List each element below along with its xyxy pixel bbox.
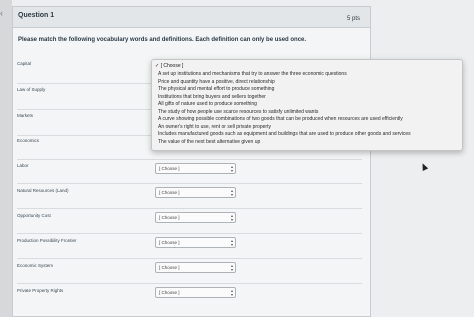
dropdown-option[interactable]: Price and quantity have a positive, dire… [158,79,275,85]
question-title: Question 1 [18,12,55,19]
row-divider [17,233,362,234]
left-gutter [0,0,12,317]
select-value: [ Choose ] [159,215,180,220]
question-card: Question 1 5 pts Please match the follow… [12,6,371,317]
select-arrows-icon: ▴ ▾ [230,188,233,197]
select-value: [ Choose ] [159,190,180,195]
dropdown-option[interactable]: The value of the next best alternative g… [158,139,260,145]
dropdown-option-label: [ Choose ] [160,63,184,69]
definition-dropdown-list[interactable]: ✓ [ Choose ] A set up institutions and m… [151,59,463,151]
dropdown-option[interactable]: Institutions that bring buyers and selle… [158,94,266,100]
chevron-left-icon[interactable]: ‹ [0,8,3,18]
select-arrows-icon: ▴ ▾ [230,288,233,297]
term-label-labor: Labor [17,163,29,168]
dropdown-option-selected[interactable]: ✓ [ Choose ] [155,63,183,69]
dropdown-option[interactable]: The study of how people use scarce resou… [158,109,318,115]
term-label-markets: Markets [17,113,34,118]
select-arrows-icon: ▴ ▾ [230,213,233,222]
term-label-capital: Capital [17,61,32,66]
dropdown-option[interactable]: A set up institutions and mechanisms tha… [158,71,347,77]
term-label-ppf: Production Possibility Frontier [17,238,77,243]
select-arrows-icon: ▴ ▾ [230,238,233,247]
economic-system-select[interactable]: [ Choose ] ▴ ▾ [155,262,236,273]
select-arrows-icon: ▴ ▾ [230,164,233,173]
checkmark-icon: ✓ [155,63,160,69]
mouse-cursor-icon [419,162,429,171]
dropdown-option[interactable]: A curve showing possible combinations of… [158,116,403,122]
ppf-select[interactable]: [ Choose ] ▴ ▾ [155,237,236,248]
row-divider [17,258,362,259]
opportunity-cost-select[interactable]: [ Choose ] ▴ ▾ [155,212,236,223]
natural-resources-select[interactable]: [ Choose ] ▴ ▾ [155,187,236,198]
select-value: [ Choose ] [159,290,180,295]
dropdown-option[interactable]: The physical and mental effort to produc… [158,86,274,92]
select-value: [ Choose ] [159,166,180,171]
term-label-private-property-rights: Private Property Rights [17,288,64,293]
row-divider [17,159,362,160]
row-divider [17,208,362,209]
labor-select[interactable]: [ Choose ] ▴ ▾ [155,163,236,174]
dropdown-option[interactable]: All gifts of nature used to produce some… [158,101,257,107]
term-label-opportunity-cost: Opportunity Cost [17,213,51,218]
dropdown-option[interactable]: Includes manufactured goods such as equi… [158,131,411,137]
question-points: 5 pts [346,16,360,22]
term-label-economic-system: Economic System [17,263,54,268]
term-label-law-of-supply: Law of Supply [17,87,46,92]
select-value: [ Choose ] [159,265,180,270]
question-instructions: Please match the following vocabulary wo… [18,37,307,43]
private-property-rights-select[interactable]: [ Choose ] ▴ ▾ [155,287,236,298]
select-value: [ Choose ] [159,240,180,245]
term-label-economics: Economics [17,138,40,143]
row-divider [17,183,362,184]
dropdown-option[interactable]: An owner's right to use, rent or sell pr… [158,124,271,130]
question-header: Question 1 5 pts [13,7,370,28]
term-label-natural-resources: Natural Resources (Land) [17,188,69,193]
select-arrows-icon: ▴ ▾ [230,263,233,272]
row-divider [17,283,362,284]
